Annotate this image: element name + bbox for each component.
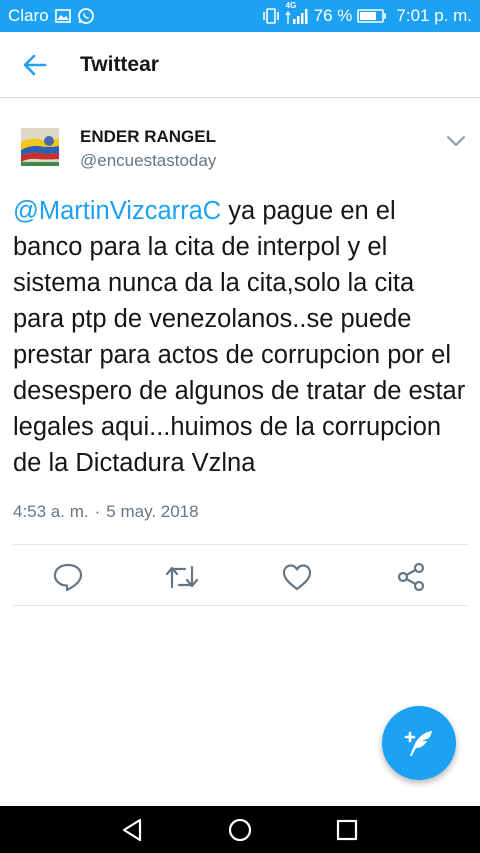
nav-back-button[interactable] bbox=[117, 815, 147, 845]
nav-home-button[interactable] bbox=[225, 815, 255, 845]
compose-tweet-icon bbox=[404, 731, 432, 756]
battery-percent: 76 % bbox=[313, 6, 353, 25]
clock: 7:01 p. m. bbox=[396, 6, 472, 25]
signal-icon: 4G bbox=[285, 1, 309, 25]
author-handle[interactable]: @encuestastoday bbox=[80, 151, 216, 171]
app-bar: Twittear bbox=[0, 32, 480, 98]
tweet-options-button[interactable] bbox=[440, 125, 472, 157]
divider-bottom bbox=[13, 605, 468, 606]
reply-button[interactable] bbox=[51, 560, 85, 594]
navigation-bar bbox=[0, 806, 480, 853]
nav-back-icon bbox=[122, 818, 142, 842]
author-name[interactable]: ENDER RANGEL bbox=[80, 127, 216, 147]
tweet-timestamp: 4:53 a. m. · 5 may. 2018 bbox=[13, 502, 199, 522]
vibrate-icon bbox=[262, 8, 280, 24]
carrier-name: Claro bbox=[8, 6, 49, 25]
tweet-actions bbox=[0, 545, 480, 605]
compose-tweet-button[interactable] bbox=[382, 706, 456, 780]
nav-recents-button[interactable] bbox=[332, 815, 362, 845]
page-title: Twittear bbox=[80, 52, 159, 76]
share-icon bbox=[397, 562, 425, 592]
timestamp-separator: · bbox=[94, 502, 101, 521]
nav-home-icon bbox=[228, 818, 252, 842]
status-bar: Claro 4G 76 % 7:01 p. m. bbox=[0, 0, 480, 32]
arrow-left-icon bbox=[23, 54, 47, 75]
battery-icon bbox=[357, 8, 387, 24]
nav-recents-icon bbox=[336, 819, 358, 841]
gallery-icon bbox=[54, 9, 71, 23]
share-button[interactable] bbox=[394, 560, 428, 594]
whatsapp-icon bbox=[77, 7, 95, 25]
network-type: 4G bbox=[285, 1, 297, 10]
retweet-button[interactable] bbox=[165, 560, 199, 594]
back-button[interactable] bbox=[0, 32, 70, 98]
like-button[interactable] bbox=[280, 560, 314, 594]
like-icon bbox=[282, 564, 312, 591]
retweet-icon bbox=[165, 565, 199, 589]
mention-link[interactable]: @MartinVizcarraC bbox=[13, 197, 221, 225]
chevron-down-icon bbox=[447, 136, 465, 146]
tweet-text: @MartinVizcarraC ya pague en el banco pa… bbox=[13, 193, 471, 481]
tweet-header: ENDER RANGEL @encuestastoday bbox=[0, 120, 480, 180]
reply-icon bbox=[53, 563, 83, 592]
tweet-time: 4:53 a. m. bbox=[13, 502, 89, 521]
avatar[interactable] bbox=[21, 128, 59, 166]
tweet-body: ya pague en el banco para la cita de int… bbox=[13, 197, 466, 477]
tweet-date: 5 may. 2018 bbox=[106, 502, 199, 521]
